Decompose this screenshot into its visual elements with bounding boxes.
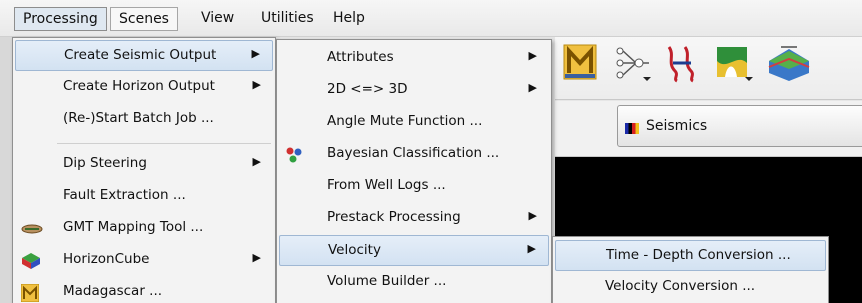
menu-item-attributes[interactable]: Attributes ▶: [279, 43, 549, 74]
submenu-arrow-icon: ▶: [252, 251, 261, 264]
menu-processing[interactable]: Processing: [14, 7, 107, 31]
madagascar-icon[interactable]: [563, 43, 603, 83]
menu-item-bayesian-classification[interactable]: Bayesian Classification ...: [279, 139, 549, 170]
menu-item-label: Bayesian Classification ...: [327, 145, 500, 161]
menu-item-velocity-conversion[interactable]: Velocity Conversion ...: [555, 272, 826, 303]
menu-item-2d-3d[interactable]: 2D <=> 3D ▶: [279, 75, 549, 106]
menu-item-label: (Re-)Start Batch Job ...: [63, 110, 214, 126]
menu-item-velocity[interactable]: Velocity ▶: [279, 235, 549, 266]
menu-bar: Processing Scenes View Utilities Help: [0, 0, 862, 37]
submenu-arrow-icon: ▶: [251, 47, 260, 60]
menu-item-gmt-mapping-tool[interactable]: GMT Mapping Tool ...: [15, 213, 273, 244]
menu-help[interactable]: Help: [325, 7, 373, 31]
menu-item-fault-extraction[interactable]: Fault Extraction ...: [15, 181, 273, 212]
menu-item-prestack-processing[interactable]: Prestack Processing ▶: [279, 203, 549, 234]
menu-item-restart-batch-job[interactable]: (Re-)Start Batch Job ...: [15, 104, 273, 135]
menu-item-label: Time - Depth Conversion ...: [606, 247, 791, 263]
menu-item-label: From Well Logs ...: [327, 177, 446, 193]
menu-item-from-well-logs[interactable]: From Well Logs ...: [279, 171, 549, 202]
submenu-arrow-icon: ▶: [528, 49, 537, 62]
submenu-arrow-icon: ▶: [528, 81, 537, 94]
window-edge: [0, 37, 12, 303]
menu-item-label: Prestack Processing: [327, 209, 461, 225]
menu-item-label: Madagascar ...: [63, 283, 163, 299]
menu-separator: [57, 143, 271, 144]
colorbar-swatch: [625, 123, 639, 134]
submenu-arrow-icon: ▶: [252, 155, 261, 168]
menu-item-label: Create Seismic Output: [64, 47, 217, 63]
menu-item-horizoncube[interactable]: HorizonCube ▶: [15, 245, 273, 276]
menu-item-label: Angle Mute Function ...: [327, 113, 483, 129]
menu-item-label: Attributes: [327, 49, 394, 65]
velocity-submenu: Time - Depth Conversion ... Velocity Con…: [552, 236, 829, 303]
menu-item-madagascar[interactable]: Madagascar ...: [15, 277, 273, 303]
gmt-icon: [21, 220, 43, 238]
menu-item-label: GMT Mapping Tool ...: [63, 219, 204, 235]
madagascar-icon: [20, 283, 40, 303]
bayesian-icon: [285, 146, 303, 164]
menu-item-create-seismic-output[interactable]: Create Seismic Output ▶: [15, 40, 273, 71]
horizoncube-icon: [21, 252, 40, 270]
submenu-arrow-icon: ▶: [252, 78, 261, 91]
fault-split-icon[interactable]: [663, 43, 703, 83]
menu-item-angle-mute-function[interactable]: Angle Mute Function ...: [279, 107, 549, 138]
menu-utilities[interactable]: Utilities: [253, 7, 322, 31]
submenu-arrow-icon: ▶: [527, 242, 536, 255]
combo-label: Seismics: [646, 118, 708, 134]
menu-item-label: HorizonCube: [63, 251, 150, 267]
menu-item-label: Fault Extraction ...: [63, 187, 186, 203]
processing-menu: Create Seismic Output ▶ Create Horizon O…: [12, 37, 276, 303]
menu-item-create-horizon-output[interactable]: Create Horizon Output ▶: [15, 72, 273, 103]
menu-item-volume-builder[interactable]: Volume Builder ...: [279, 267, 549, 298]
submenu-arrow-icon: ▶: [528, 209, 537, 222]
menu-item-time-depth-conversion[interactable]: Time - Depth Conversion ...: [555, 240, 826, 271]
combo-row: Seismics ▼: [555, 101, 862, 157]
menu-item-label: Velocity Conversion ...: [605, 278, 756, 294]
menu-item-label: 2D <=> 3D: [327, 81, 408, 97]
seismic-output-submenu: Attributes ▶ 2D <=> 3D ▶ Angle Mute Func…: [276, 39, 552, 303]
menu-scenes[interactable]: Scenes: [110, 7, 178, 31]
menu-item-dip-steering[interactable]: Dip Steering ▶: [15, 149, 273, 180]
menu-item-label: Volume Builder ...: [327, 273, 447, 289]
horizon-color-icon[interactable]: [713, 43, 753, 83]
attribute-network-icon[interactable]: [613, 43, 653, 83]
menu-view[interactable]: View: [193, 7, 242, 31]
stratigraphy-icon[interactable]: [767, 43, 810, 83]
menu-item-label: Velocity: [328, 242, 381, 258]
toolbar: [555, 37, 862, 100]
data-type-combo[interactable]: Seismics ▼: [617, 105, 862, 147]
menu-item-label: Dip Steering: [63, 155, 147, 171]
menu-item-label: Create Horizon Output: [63, 78, 215, 94]
